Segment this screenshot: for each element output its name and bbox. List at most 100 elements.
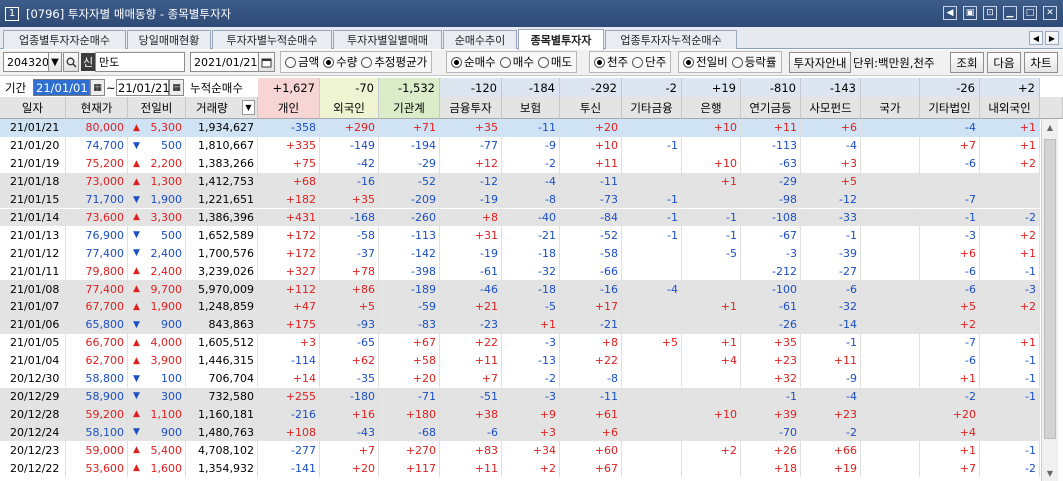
table-row[interactable]: 21/01/04 62,700 ▲ 3,900 1,446,315 -114 +62 +58 +…: [0, 351, 1040, 370]
radio-single-shares[interactable]: 단주: [632, 54, 666, 70]
table-row[interactable]: 20/12/30 58,800 ▼ 100 706,704 +14 -35 +20 +7 -2 -8…: [0, 369, 1040, 388]
col-volume[interactable]: 거래량 ▼: [186, 97, 258, 119]
investor-value-cell: -29: [741, 172, 801, 191]
tab-sector-cumulative[interactable]: 업종투자자누적순매수: [605, 30, 737, 49]
radio-avg-price[interactable]: 추정평균가: [361, 54, 427, 70]
table-row[interactable]: 20/12/23 59,000 ▲ 5,400 4,708,102 -277 +7 +270 +…: [0, 441, 1040, 460]
date-cell: 21/01/19: [0, 154, 66, 173]
col-pension[interactable]: 연기금등: [741, 97, 801, 119]
table-row[interactable]: 21/01/19 75,200 ▲ 2,200 1,383,266 +75 -42 -29 +1…: [0, 154, 1040, 173]
scroll-thumb[interactable]: [1044, 139, 1056, 439]
menu-icon[interactable]: ▣: [963, 6, 977, 20]
col-personal[interactable]: 개인: [258, 97, 320, 119]
date-cell: 21/01/13: [0, 226, 66, 245]
radio-amount[interactable]: 금액: [285, 54, 319, 70]
maximize-icon[interactable]: □: [1023, 6, 1037, 20]
start-calendar-icon[interactable]: ▦: [90, 79, 105, 96]
col-private-fund[interactable]: 사모펀드: [801, 97, 861, 119]
change-value: 1,600: [150, 461, 183, 475]
end-calendar-icon[interactable]: ▦: [169, 79, 184, 96]
table-row[interactable]: 21/01/21 80,000 ▲ 5,300 1,934,627 -358 +290 +71…: [0, 119, 1040, 137]
table-row[interactable]: 21/01/20 74,700 ▼ 500 1,810,667 +335 -149 -194-…: [0, 136, 1040, 155]
investor-value-cell: +39: [741, 405, 801, 424]
table-row[interactable]: 21/01/11 79,800 ▲ 2,400 3,239,026 +327 +78 -398…: [0, 262, 1040, 281]
table-row[interactable]: 21/01/07 67,700 ▲ 1,900 1,248,859 +47 +5 -59 +21…: [0, 298, 1040, 316]
arrow-left-icon[interactable]: ◀: [943, 6, 957, 20]
table-row[interactable]: 20/12/22 53,600 ▲ 1,600 1,354,932 -141 +20 +117…: [0, 459, 1040, 477]
radio-net-buy[interactable]: 순매수: [451, 54, 496, 70]
radio-prev-day-change[interactable]: 전일비: [683, 54, 728, 70]
minimize-icon[interactable]: ▁: [1003, 6, 1017, 20]
col-bank[interactable]: 은행: [682, 97, 741, 119]
link-icon[interactable]: ⊡: [983, 6, 997, 20]
col-nation[interactable]: 국가: [861, 97, 920, 119]
search-button[interactable]: 조회: [950, 52, 984, 73]
date-input[interactable]: 2021/01/21: [190, 52, 259, 72]
tab-investor-daily[interactable]: 투자자별일별매매: [333, 30, 442, 49]
radio-quantity[interactable]: 수량: [323, 54, 357, 70]
radio-change-rate[interactable]: 등락률: [731, 54, 777, 70]
price-cell: 53,600: [66, 459, 128, 477]
table-row[interactable]: 21/01/15 71,700 ▼ 1,900 1,221,651 +182 +35 -209…: [0, 190, 1040, 209]
col-domestic-foreign[interactable]: 내외국인: [980, 97, 1040, 119]
col-price[interactable]: 현재가: [66, 97, 128, 119]
investor-value-cell: -6: [920, 154, 980, 173]
investor-value-cell: [622, 423, 682, 442]
table-row[interactable]: 21/01/08 77,400 ▲ 9,700 5,970,009 +112 +86 -189…: [0, 280, 1040, 298]
cumulative-value: -2: [622, 78, 682, 97]
col-other-corp[interactable]: 기타법인: [920, 97, 980, 119]
calendar-icon[interactable]: [258, 52, 275, 72]
investor-value-cell: -216: [258, 405, 320, 424]
cumulative-value: +19: [682, 78, 741, 97]
radio-sell[interactable]: 매도: [537, 54, 572, 70]
volume-cell: 843,863: [186, 315, 258, 334]
table-row[interactable]: 21/01/13 76,900 ▼ 500 1,652,589 +172 -58 -113 +3…: [0, 226, 1040, 245]
investor-value-cell: +21: [440, 298, 502, 316]
col-other-finance[interactable]: 기타금융: [622, 97, 682, 119]
tab-next-icon[interactable]: ▶: [1045, 31, 1059, 45]
cumulative-row: 기간 21/01/01 ▦ ~ 21/01/21 ▦ 누적순매수 +1,627-…: [0, 78, 1063, 97]
cumulative-value: +1,627: [258, 78, 320, 97]
table-row[interactable]: 21/01/12 77,400 ▼ 2,400 1,700,576 +172 -37 -142…: [0, 244, 1040, 263]
stock-code-input[interactable]: 204320: [3, 52, 49, 72]
volume-dropdown-icon[interactable]: ▼: [242, 100, 255, 115]
scroll-up-icon[interactable]: ▲: [1044, 121, 1056, 133]
radio-thousand-shares[interactable]: 천주: [594, 54, 628, 70]
table-row[interactable]: 21/01/06 65,800 ▼ 900 843,863 +175 -93 -83 -23 +1…: [0, 315, 1040, 334]
next-button[interactable]: 다음: [987, 52, 1021, 73]
chart-button[interactable]: 차트: [1024, 52, 1058, 73]
period-end-input[interactable]: 21/01/21: [116, 79, 170, 96]
col-foreign[interactable]: 외국인: [320, 97, 379, 119]
table-row[interactable]: 21/01/05 66,700 ▲ 4,000 1,605,512 +3 -65 +67 +22…: [0, 333, 1040, 352]
table-row[interactable]: 20/12/24 58,100 ▼ 900 1,480,763 +108 -43 -68 -6 +…: [0, 423, 1040, 442]
col-change[interactable]: 전일비: [128, 97, 186, 119]
tab-net-trend[interactable]: 순매수추이: [443, 30, 517, 49]
tab-prev-icon[interactable]: ◀: [1029, 31, 1043, 45]
investor-value-cell: -113: [379, 226, 440, 245]
table-row[interactable]: 20/12/29 58,900 ▼ 300 732,580 +255 -180 -71 -51-…: [0, 387, 1040, 406]
col-financial-investment[interactable]: 금융투자: [440, 97, 502, 119]
col-institution[interactable]: 기관계: [379, 97, 440, 119]
tab-investor-cumulative[interactable]: 투자자별누적순매수: [212, 30, 332, 49]
investor-info-button[interactable]: 투자자안내: [789, 52, 851, 73]
period-start-input[interactable]: 21/01/01: [33, 79, 90, 96]
col-insurance[interactable]: 보험: [502, 97, 560, 119]
radio-buy[interactable]: 매수: [499, 54, 534, 70]
tab-sector-investor-net[interactable]: 업종별투자자순매수: [3, 30, 126, 49]
stock-name-field[interactable]: 만도: [95, 52, 185, 72]
table-row[interactable]: 21/01/14 73,600 ▲ 3,300 1,386,396 +431 -168 -26…: [0, 208, 1040, 227]
table-row[interactable]: 20/12/28 59,200 ▲ 1,100 1,160,181 -216 +16 +180…: [0, 405, 1040, 424]
tab-stock-investor[interactable]: 종목별투자자: [518, 29, 604, 50]
table-row[interactable]: 21/01/18 73,000 ▲ 1,300 1,412,753 +68 -16 -52 -1…: [0, 172, 1040, 191]
down-triangle-icon: ▼: [133, 230, 140, 241]
vertical-scrollbar[interactable]: ▲ ▼: [1041, 119, 1058, 481]
tab-daily-trading[interactable]: 당일매매현황: [127, 30, 211, 49]
col-investment-trust[interactable]: 투신: [560, 97, 622, 119]
dropdown-icon[interactable]: ▼: [48, 52, 62, 72]
col-date[interactable]: 일자: [0, 97, 66, 119]
scroll-down-icon[interactable]: ▼: [1044, 467, 1056, 479]
change-value: 2,200: [150, 157, 183, 171]
investor-value-cell: +112: [258, 280, 320, 298]
close-icon[interactable]: ✕: [1043, 6, 1057, 20]
search-icon[interactable]: [63, 52, 79, 72]
